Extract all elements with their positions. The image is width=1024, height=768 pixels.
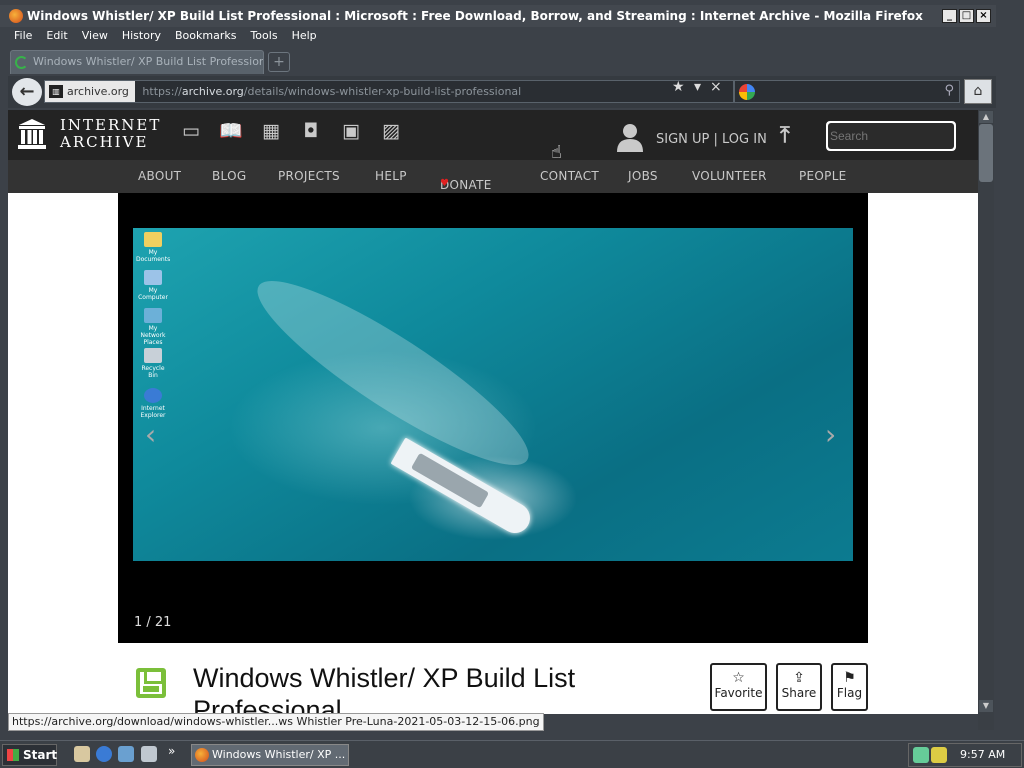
- texts-icon[interactable]: 📖: [219, 120, 243, 142]
- site-identity[interactable]: ▥ archive.org: [45, 81, 135, 102]
- url-text: https://archive.org/details/windows-whis…: [142, 85, 522, 98]
- internet-archive-logo-icon[interactable]: [18, 118, 46, 150]
- navigation-toolbar: ← ▥ archive.org https://archive.org/deta…: [8, 76, 996, 108]
- images-icon[interactable]: ▨: [379, 120, 403, 142]
- quick-launch-more-icon[interactable]: »: [168, 744, 175, 758]
- screenshot-image[interactable]: My Documents My Computer My Network Plac…: [133, 228, 853, 561]
- ia-wordmark[interactable]: INTERNET ARCHIVE: [60, 117, 161, 151]
- web-search-bar[interactable]: ⚲: [734, 80, 960, 103]
- clock: 9:57 AM: [960, 748, 1006, 761]
- flag-button[interactable]: ⚑ Flag: [831, 663, 868, 711]
- menu-bookmarks[interactable]: Bookmarks: [169, 28, 244, 46]
- tab-active[interactable]: Windows Whistler/ XP Build List Professi…: [10, 50, 264, 74]
- image-viewer: My Documents My Computer My Network Plac…: [118, 193, 868, 643]
- search-icon[interactable]: ⚲: [944, 83, 954, 98]
- outlook-express-icon[interactable]: [118, 746, 134, 762]
- desktop-icon-network-places: My Network Places: [136, 308, 170, 346]
- ia-top-bar: INTERNET ARCHIVE ▭ 📖 ▦ ◘ ▣ ▨ SIGN UP | L…: [8, 110, 978, 163]
- nav-blog[interactable]: BLOG: [212, 169, 246, 183]
- window-title: Windows Whistler/ XP Build List Professi…: [27, 9, 923, 23]
- ia-search-box[interactable]: [826, 121, 956, 151]
- desktop-icon-internet-explorer: Internet Explorer: [136, 388, 170, 419]
- taskbar: Start » Windows Whistler/ XP ... 9:57 AM: [0, 740, 1024, 768]
- share-icon: ⇪: [793, 670, 805, 686]
- upload-icon[interactable]: ⤒: [780, 123, 790, 148]
- bookmark-star-icon[interactable]: ★: [672, 79, 685, 95]
- next-image-button[interactable]: ›: [825, 418, 836, 451]
- network-icon[interactable]: [913, 747, 929, 763]
- resize-grip[interactable]: [978, 714, 994, 730]
- user-icon[interactable]: [616, 122, 644, 152]
- audio-icon[interactable]: ◘: [299, 120, 323, 142]
- firefox-window: Windows Whistler/ XP Build List Professi…: [0, 0, 1024, 740]
- minimize-button[interactable]: _: [942, 9, 957, 23]
- share-button[interactable]: ⇪ Share: [776, 663, 822, 711]
- menu-file[interactable]: File: [8, 28, 40, 46]
- google-icon[interactable]: [739, 84, 755, 100]
- tab-label: Windows Whistler/ XP Build List Professi…: [33, 55, 264, 68]
- internet-explorer-icon[interactable]: [96, 746, 112, 762]
- ia-search-input[interactable]: [828, 123, 954, 149]
- new-tab-button[interactable]: +: [268, 52, 290, 72]
- scroll-thumb[interactable]: [979, 124, 993, 182]
- explorer-icon[interactable]: [141, 746, 157, 762]
- video-icon[interactable]: ▦: [259, 120, 283, 142]
- site-label: archive.org: [67, 85, 129, 98]
- firefox-icon: [195, 748, 209, 762]
- menu-history[interactable]: History: [116, 28, 169, 46]
- title-bar[interactable]: Windows Whistler/ XP Build List Professi…: [0, 5, 996, 27]
- maximize-button[interactable]: □: [959, 9, 974, 23]
- menu-edit[interactable]: Edit: [40, 28, 75, 46]
- prev-image-button[interactable]: ‹: [145, 418, 156, 451]
- nav-projects[interactable]: PROJECTS: [278, 169, 340, 183]
- software-floppy-icon: [136, 668, 166, 698]
- nav-jobs[interactable]: JOBS: [628, 169, 658, 183]
- tab-bar: Windows Whistler/ XP Build List Professi…: [8, 48, 996, 74]
- firefox-icon: [9, 9, 23, 23]
- desktop-icon-my-computer: My Computer: [136, 270, 170, 301]
- menu-tools[interactable]: Tools: [244, 28, 285, 46]
- ia-nav-bar: ABOUT BLOG PROJECTS HELP DONATE ♥ CONTAC…: [8, 160, 978, 193]
- site-favicon-icon: ▥: [49, 85, 63, 98]
- nav-volunteer[interactable]: VOLUNTEER: [692, 169, 767, 183]
- start-button[interactable]: Start: [2, 744, 57, 766]
- loading-icon: [15, 56, 28, 69]
- home-button[interactable]: ⌂: [964, 79, 992, 104]
- stop-button[interactable]: ×: [710, 79, 722, 95]
- heart-icon: ♥: [440, 178, 450, 189]
- menu-view[interactable]: View: [76, 28, 116, 46]
- status-bar: https://archive.org/download/windows-whi…: [8, 713, 544, 731]
- star-outline-icon: ☆: [732, 670, 745, 686]
- item-title: Windows Whistler/ XP Build List Professi…: [193, 663, 576, 714]
- windows-flag-icon: [7, 749, 19, 761]
- software-icon[interactable]: ▣: [339, 120, 363, 142]
- boat-wake: [239, 256, 547, 490]
- page-viewport: INTERNET ARCHIVE ▭ 📖 ▦ ◘ ▣ ▨ SIGN UP | L…: [8, 110, 978, 714]
- taskbar-firefox-button[interactable]: Windows Whistler/ XP ...: [191, 744, 349, 766]
- back-button[interactable]: ←: [12, 78, 42, 106]
- nav-contact[interactable]: CONTACT: [540, 169, 599, 183]
- web-icon[interactable]: ▭: [179, 120, 203, 142]
- close-button[interactable]: ×: [976, 9, 991, 23]
- nav-about[interactable]: ABOUT: [138, 169, 181, 183]
- vertical-scrollbar[interactable]: ▲ ▼: [978, 110, 994, 714]
- show-desktop-icon[interactable]: [74, 746, 90, 762]
- scroll-down-icon[interactable]: ▼: [979, 700, 993, 712]
- url-bar[interactable]: ▥ archive.org https://archive.org/detail…: [44, 80, 734, 103]
- favorite-button[interactable]: ☆ Favorite: [710, 663, 767, 711]
- signup-login-link[interactable]: SIGN UP | LOG IN: [656, 132, 767, 147]
- desktop-icon-recycle-bin: Recycle Bin: [136, 348, 170, 379]
- flag-icon: ⚑: [843, 670, 856, 686]
- menu-help[interactable]: Help: [286, 28, 325, 46]
- nav-people[interactable]: PEOPLE: [799, 169, 847, 183]
- menu-bar: File Edit View History Bookmarks Tools H…: [8, 28, 996, 46]
- security-icon[interactable]: [931, 747, 947, 763]
- desktop-icon-my-documents: My Documents: [136, 232, 170, 263]
- nav-help[interactable]: HELP: [375, 169, 407, 183]
- url-dropdown-icon[interactable]: ▾: [694, 79, 701, 95]
- image-counter: 1 / 21: [134, 615, 172, 630]
- scroll-up-icon[interactable]: ▲: [979, 111, 993, 123]
